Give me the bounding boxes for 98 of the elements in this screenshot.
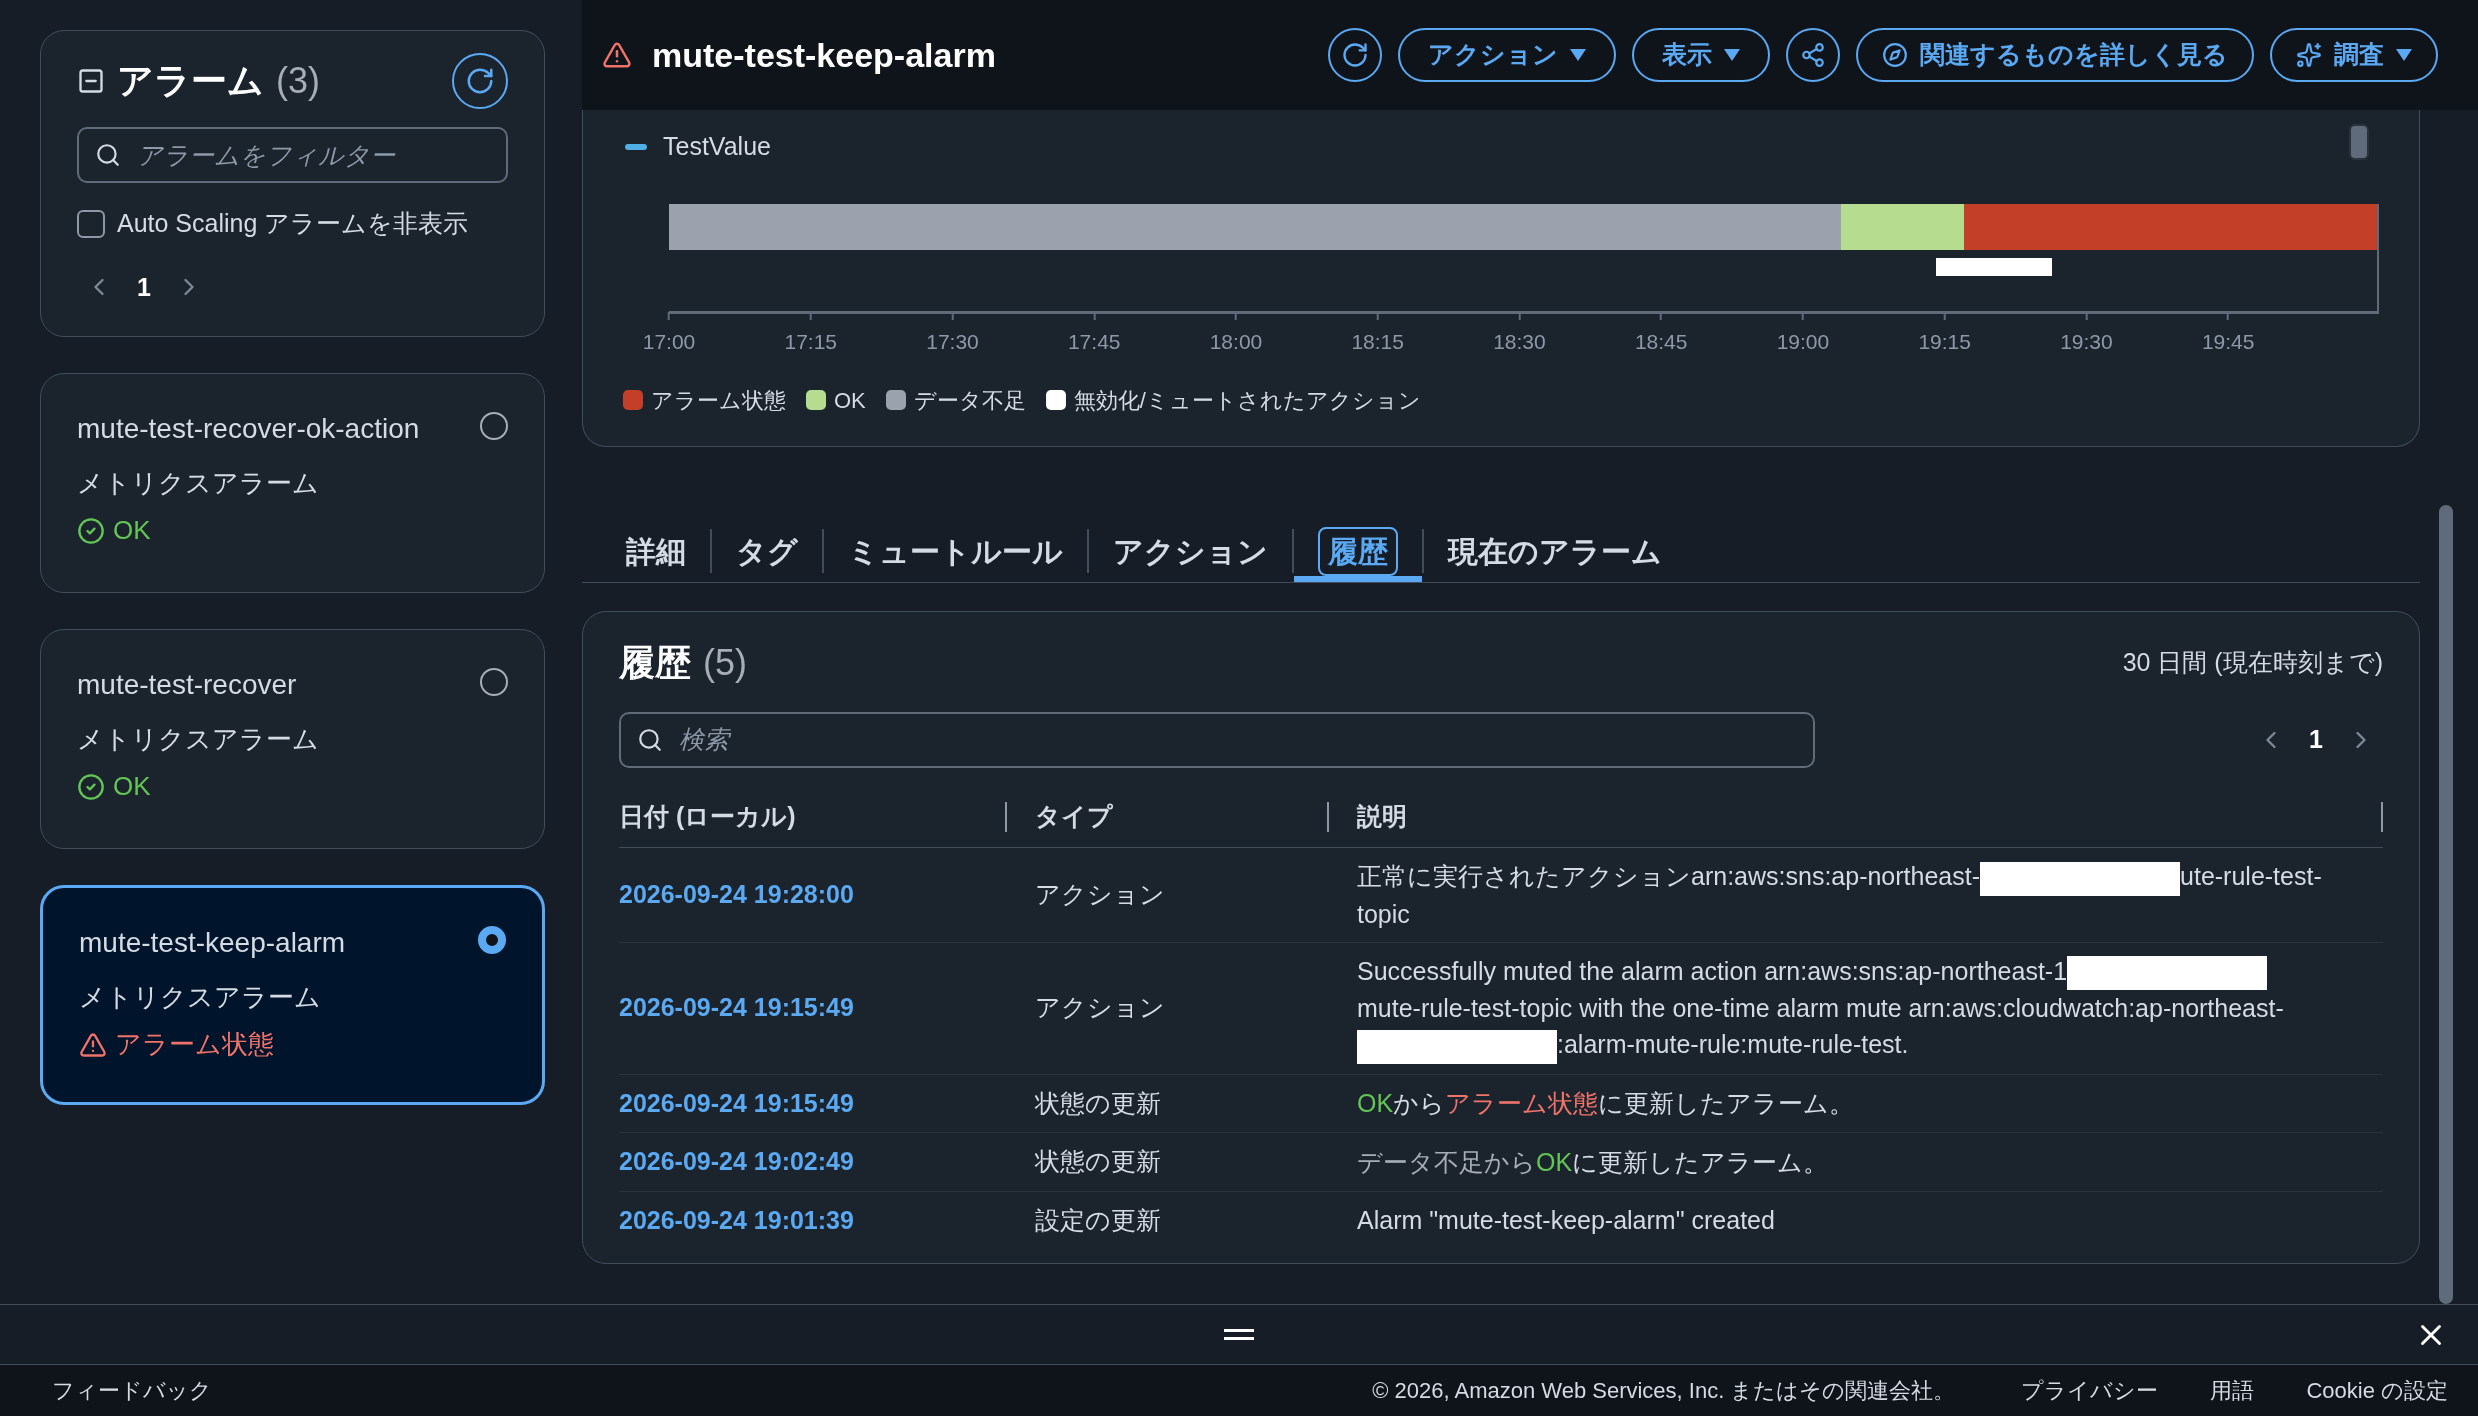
axis-tick-label: 19:30 (2060, 329, 2113, 355)
tab[interactable]: ミュートルール (824, 520, 1087, 582)
legend-label: OK (834, 386, 866, 415)
scroll-handle-icon[interactable] (2349, 124, 2369, 160)
table-cell: 状態の更新 (1035, 1088, 1161, 1117)
table-cell: アクション (1035, 880, 1165, 909)
radio-button[interactable] (478, 926, 506, 954)
table-cell: Alarm "mute-test-keep-alarm" created (1357, 1206, 1775, 1235)
date-link[interactable]: 2026-09-24 19:28:00 (619, 880, 854, 909)
table-cell: 状態の更新 (1035, 1147, 1161, 1175)
alarm-state: OK (113, 770, 151, 803)
column-header[interactable]: 日付 (ローカル) (619, 797, 796, 836)
explore-button[interactable]: 関連するものを詳しく見る (1856, 28, 2254, 82)
caret-icon (1570, 49, 1586, 61)
sparkle-icon (2296, 42, 2322, 68)
date-link[interactable]: 2026-09-24 19:02:49 (619, 1147, 854, 1175)
section-title: 履歴 (619, 640, 691, 685)
filter-field[interactable]: アラームをフィルター (77, 127, 508, 183)
tab[interactable]: 詳細 (602, 520, 710, 582)
checkbox-label: Auto Scaling アラームを非表示 (117, 208, 469, 239)
investigate-button[interactable]: 調査 (2270, 28, 2438, 82)
series-label: TestValue (663, 131, 771, 162)
share-button[interactable] (1786, 28, 1840, 82)
table-cell: アクション (1035, 993, 1165, 1022)
date-link[interactable]: 2026-09-24 19:01:39 (619, 1205, 854, 1234)
table-cell: 正常に実行されたアクションarn:aws:sns:ap-northeast- ute-rule-test-topic (1357, 862, 2322, 928)
series-swatch-icon (625, 143, 647, 150)
page-number[interactable]: 1 (2309, 721, 2323, 759)
refresh-button[interactable] (452, 53, 508, 109)
alarm-name: mute-test-keep-alarm (79, 926, 346, 960)
alarm-type: メトリクスアラーム (77, 467, 320, 500)
date-link[interactable]: 2026-09-24 19:15:49 (619, 993, 854, 1022)
scrollbar-thumb[interactable] (2439, 505, 2453, 1304)
check-circle-icon (77, 516, 105, 545)
alarm-card[interactable]: mute-test-recover メトリクスアラーム OK (40, 629, 545, 849)
axis-tick-label: 18:30 (1493, 329, 1546, 355)
page-number[interactable]: 1 (137, 268, 151, 306)
axis-tick-label: 18:00 (1209, 329, 1263, 355)
alarm-type: メトリクスアラーム (79, 981, 322, 1014)
radio-button[interactable] (480, 668, 508, 696)
search-field[interactable]: 検索 (619, 711, 1815, 768)
tab[interactable]: 現在のアラーム (1424, 520, 1686, 582)
footer-link[interactable]: Cookie の設定 (2306, 1374, 2448, 1407)
table-cell: 設定の更新 (1035, 1205, 1161, 1234)
alarm-count: (3) (276, 59, 320, 103)
alarm-card[interactable]: mute-test-recover-ok-action メトリクスアラーム OK (40, 373, 545, 593)
collapse-icon[interactable] (77, 67, 105, 95)
checkbox[interactable] (77, 209, 105, 238)
copyright-text: © 2026, Amazon Web Services, Inc. またはその関連会社。 (1372, 1377, 1956, 1405)
column-header[interactable]: 説明 (1357, 797, 1407, 836)
refresh-icon (1341, 41, 1369, 69)
alarm-name: mute-test-recover (77, 668, 297, 702)
tab[interactable]: タグ (712, 520, 822, 582)
compass-icon (1882, 42, 1908, 68)
refresh-icon (465, 66, 495, 96)
feedback-link[interactable]: フィードバック (52, 1374, 212, 1407)
history-count: (5) (703, 640, 747, 685)
panel-title: アラーム (117, 59, 264, 103)
column-header[interactable]: タイプ (1035, 797, 1113, 836)
time-range: 30 日間 (現在時刻まで) (2122, 647, 2383, 679)
search-icon (637, 726, 663, 753)
table-cell: Successfully muted the alarm action arn:aws:sns:ap-northeast-1 mute-rule-test-topic with the one-time alarm mute arn:aws:cloudwatch:ap-northeast- :alarm-mute-rule:mute-rule-test. (1357, 956, 2284, 1059)
tab[interactable]: アクション (1089, 520, 1292, 582)
date-link[interactable]: 2026-09-24 19:15:49 (619, 1088, 854, 1117)
dropdown-button[interactable]: アクション (1398, 28, 1616, 82)
warning-icon (602, 40, 632, 70)
caret-icon (1724, 49, 1740, 61)
axis-tick-label: 18:15 (1351, 329, 1404, 355)
alarm-card[interactable]: mute-test-keep-alarm メトリクスアラーム アラーム状態 (40, 885, 545, 1105)
alarm-type: メトリクスアラーム (77, 723, 320, 756)
table-cell: データ不足から OKに更新したアラーム。 (1357, 1147, 1829, 1176)
legend-label: アラーム状態 (651, 386, 786, 415)
page-title: mute-test-keep-alarm (652, 34, 996, 76)
search-icon (95, 142, 121, 168)
axis-tick-label: 18:45 (1634, 329, 1688, 355)
alarm-name: mute-test-recover-ok-action (77, 412, 420, 446)
alarm-state: アラーム状態 (115, 1028, 274, 1061)
drag-handle-icon[interactable] (1224, 1329, 1254, 1340)
warning-icon (79, 1030, 107, 1059)
check-circle-icon (77, 772, 105, 801)
axis-tick-label: 17:45 (1067, 329, 1121, 355)
radio-button[interactable] (480, 412, 508, 440)
alarm-state: OK (113, 514, 151, 547)
dropdown-button[interactable]: 表示 (1632, 28, 1770, 82)
table-cell: OKから アラーム状態に更新したアラーム。 (1357, 1089, 1855, 1118)
caret-icon (2396, 49, 2412, 61)
axis-tick-label: 17:00 (642, 329, 696, 355)
legend-label: 無効化/ミュートされたアクション (1073, 386, 1421, 415)
axis-tick-label: 19:45 (2201, 329, 2255, 355)
axis-tick-label: 19:00 (1776, 329, 1830, 355)
axis-tick-label: 17:15 (784, 329, 837, 355)
axis-tick-label: 17:30 (926, 329, 979, 355)
footer-link[interactable]: プライバシー (2021, 1374, 2159, 1407)
legend-label: データ不足 (913, 386, 1026, 415)
axis-tick-label: 19:15 (1918, 329, 1971, 355)
refresh-button[interactable] (1328, 28, 1382, 82)
share-icon (1800, 42, 1826, 68)
footer-link[interactable]: 用語 (2210, 1374, 2255, 1407)
